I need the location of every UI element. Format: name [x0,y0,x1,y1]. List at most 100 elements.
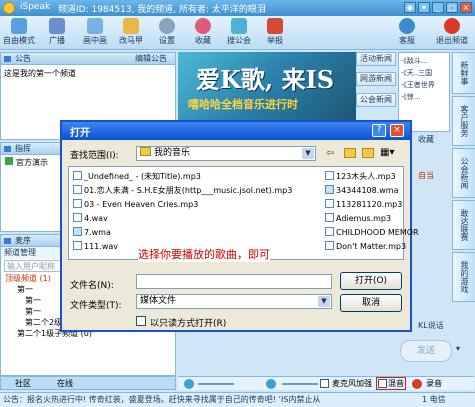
filetype-label: 文件类型(T): [70,301,122,311]
record-label[interactable]: 录音 [426,378,442,389]
chevron-down-icon: ▼ [302,148,314,159]
tab-my-games[interactable]: 我的游戏 [452,252,475,302]
filetype-select[interactable]: 媒体文件 ▼ [136,294,332,309]
arrow-icon [4,56,11,62]
file-item[interactable]: 111.wav [73,241,118,253]
tab-customer-service[interactable]: 客户服务 [452,96,475,146]
news-game-button[interactable]: 网游新闻 [356,72,396,86]
tab-league[interactable]: 敢达联赛 [452,200,475,250]
music-file-icon [73,171,82,180]
filename-label: 文件名(N): [70,281,114,291]
cancel-button[interactable]: 取消 [340,294,402,312]
file-item[interactable]: _Undefined_ - (未知Title).mp3 [73,171,201,183]
toolbar: 自由模式 广播 画中画 改马甲 设置 收藏 搜公会 举报 客服 退出频道 [0,16,475,50]
user-icon [5,157,13,165]
wav-file-icon [73,241,82,250]
mix-checkbox[interactable] [378,379,387,388]
toolbar-settings[interactable]: 设置 [150,18,184,48]
toolbar-report[interactable]: 举报 [258,18,292,48]
news-item[interactable]: ·《王者世界 [401,79,447,91]
folder-icon [140,147,151,156]
mix-label: 混音 [388,379,404,388]
report-icon [267,18,283,34]
news-item[interactable]: ·《惊... [401,91,447,103]
news-item[interactable]: ·《敌斗... [401,55,447,67]
news-activity-button[interactable]: 活动新闻 [356,52,396,66]
view-menu-icon[interactable]: ▦▾ [380,147,394,158]
volume-slider[interactable] [198,383,234,385]
file-item[interactable]: 123木头人.mp3 [325,171,396,183]
speaker-icon[interactable] [184,379,194,389]
mic-volume-icon[interactable] [266,379,276,389]
picture-in-picture-icon [87,18,103,34]
banner-subtitle: 嘻哈哈全档音乐进行时 [188,98,298,111]
announcement-text: 这是我的第一个频道 [4,69,76,78]
file-item[interactable]: 4.wav [73,213,108,225]
toolbar-support[interactable]: 客服 [390,18,424,48]
kl-speak-label[interactable]: KL说话 [418,320,444,331]
edit-announcement-link[interactable]: 编辑公告 [135,53,167,65]
file-item[interactable]: 7.wma [73,227,111,239]
look-in-label: 查找范围(I): [70,151,119,161]
file-item[interactable]: 03 - Even Heaven Cries.mp3 [73,199,198,211]
recharge-hint: 自当 [418,171,434,180]
music-file-icon [325,213,334,222]
chevron-down-icon: ▼ [318,296,330,307]
open-button[interactable]: 打开(O) [340,272,402,290]
skin-icon[interactable]: ◆ [404,2,416,13]
mic-volume-slider[interactable] [282,383,318,385]
mic-boost-checkbox[interactable] [320,379,329,388]
file-item[interactable]: Adiemus.mp3 [325,213,391,225]
bottom-tabs: 社区 在线 [0,376,176,390]
toolbar-search-guild[interactable]: 搜公会 [222,18,256,48]
file-item[interactable]: CHILDHOOD MEMOR [325,227,419,239]
dialog-title-bar: 打开 ? × [62,122,410,140]
filename-input[interactable] [136,274,332,289]
menu-icon[interactable]: ▾ [418,2,430,13]
news-guild-button[interactable]: 公会新闻 [356,93,396,107]
dialog-close-button[interactable]: × [390,124,404,137]
file-item[interactable]: 113281120.mp3 [325,199,402,211]
music-file-icon [73,199,82,208]
network-signal: 1 电信 [418,393,446,407]
music-file-icon [325,241,334,250]
send-options-dropdown[interactable]: ▾ [456,344,460,353]
toolbar-rename[interactable]: 改马甲 [114,18,148,48]
close-button[interactable]: × [460,2,472,13]
help-button[interactable]: ? [372,124,386,137]
up-folder-icon[interactable] [344,148,356,158]
back-icon[interactable]: ⇦ [326,148,334,159]
mic-icon [11,18,27,34]
new-folder-icon[interactable] [362,148,374,158]
music-file-icon [325,171,334,180]
announcement-header: 公告 编辑公告 [1,53,175,65]
gear-icon [159,18,175,34]
readonly-checkbox[interactable] [136,316,146,326]
maximize-button[interactable]: □ [446,2,458,13]
banner-title: 爱K歌, 来IS [196,65,335,94]
wma-file-icon [73,227,82,236]
search-icon [231,18,247,34]
music-file-icon [73,185,82,194]
favorite-label[interactable]: 收藏 [418,134,434,145]
tab-community[interactable]: 社区 [15,378,31,389]
tab-guild-news[interactable]: 公会新闻 [452,148,475,198]
ad-banner[interactable]: 爱K歌, 来IS 嘻哈哈全档音乐进行时 [178,52,356,124]
file-item[interactable]: Don't Matter.mp3 [325,241,406,253]
toolbar-exit[interactable]: 退出频道 [432,18,472,48]
tab-online[interactable]: 在线 [57,378,73,389]
status-text: 公告：报名火热进行中! 传奇红装，盛夏登场。赶快来寻找属于自己的传奇吧! ‘IS… [3,395,321,404]
toolbar-broadcast[interactable]: 广播 [40,18,74,48]
file-item[interactable]: 34344108.wma [325,185,399,197]
toolbar-free-mode[interactable]: 自由模式 [2,18,36,48]
minimize-button[interactable]: _ [432,2,444,13]
send-button[interactable]: 发送 [400,340,452,362]
toolbar-pip[interactable]: 画中画 [78,18,112,48]
status-bar: 公告：报名火热进行中! 传奇红装，盛夏登场。赶快来寻找属于自己的传奇吧! ‘IS… [0,392,475,407]
look-in-combo[interactable]: 我的音乐 ▼ [136,146,316,161]
news-item[interactable]: ·《天..三国 [401,67,447,79]
tab-fresh[interactable]: 新鲜事 [452,52,475,94]
toolbar-favorite[interactable]: 收藏 [186,18,220,48]
file-item[interactable]: 01.恋人未满 - S.H.E女朋友(http___music.jsol.net… [73,185,292,197]
record-icon[interactable] [412,379,422,389]
